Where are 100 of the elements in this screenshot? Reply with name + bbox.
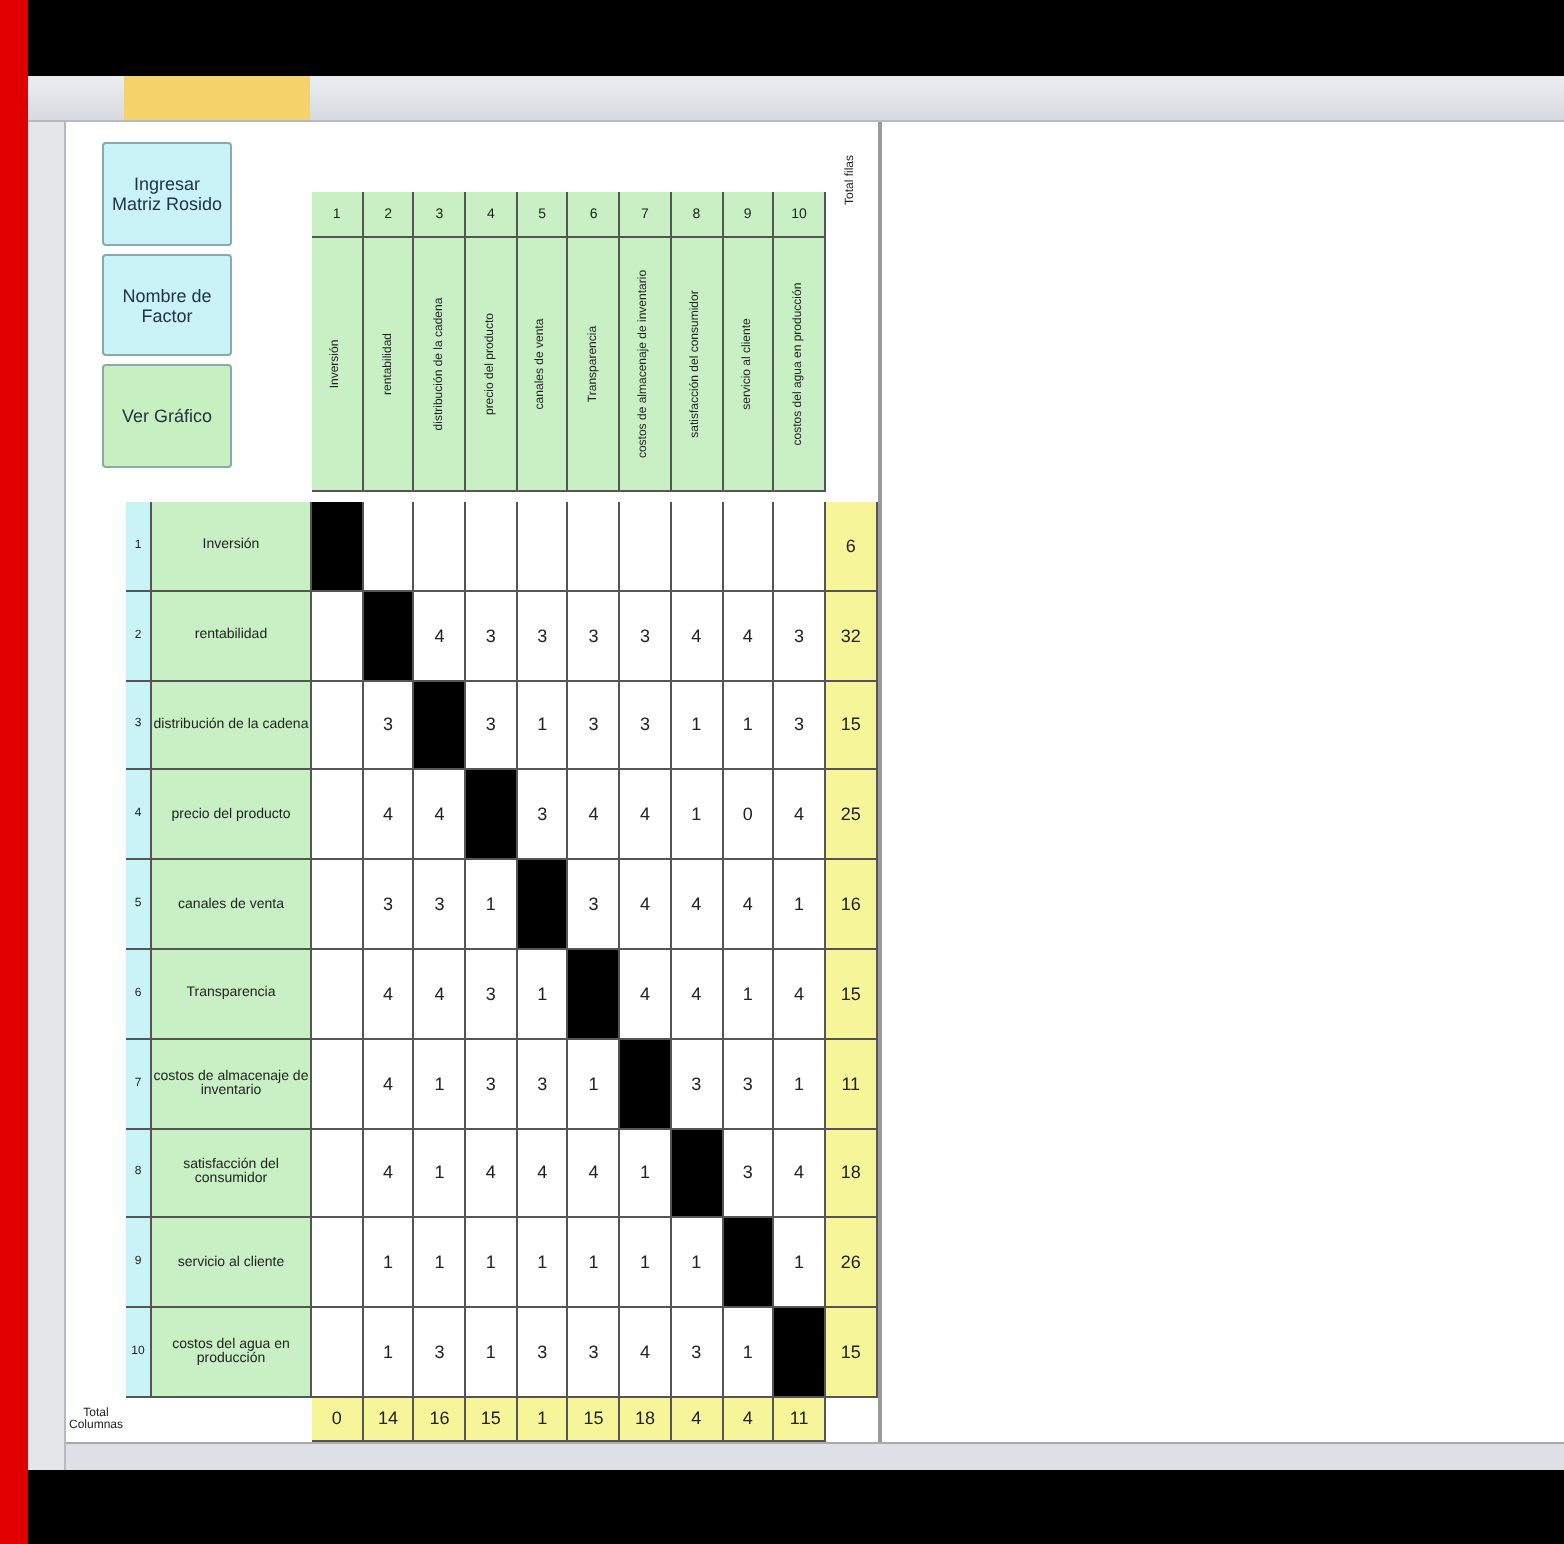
table-cell: 4: [620, 949, 672, 1040]
table-cell: 4: [620, 770, 672, 861]
column-total: 0: [312, 1397, 364, 1442]
diagonal-block: [620, 1039, 672, 1130]
column-total: 14: [363, 1397, 415, 1442]
table-cell: 3: [517, 591, 569, 682]
table-cell: 4: [363, 1039, 415, 1130]
table-cell: 1: [414, 1129, 467, 1219]
table-cell: 3: [466, 949, 518, 1040]
diagonal-block: [363, 591, 415, 682]
table-cell: 4: [466, 1129, 518, 1219]
table-cell: 4: [723, 860, 775, 950]
table-cell: 1: [414, 1039, 467, 1130]
table-cell: 4: [671, 591, 723, 682]
table-cell: 1: [723, 1308, 775, 1398]
table-cell: 4: [723, 591, 775, 682]
table-cell: 1: [774, 1218, 826, 1309]
table-cell: 1: [517, 681, 569, 771]
table-cell: 3: [671, 1308, 723, 1398]
table-cell: 4: [363, 770, 415, 861]
table-cell: 4: [620, 1308, 672, 1398]
diagonal-block: [414, 681, 467, 771]
diagonal-block: [568, 949, 621, 1040]
table-cell: 1: [671, 681, 723, 771]
table-cell: 4: [568, 1129, 621, 1219]
table-cell: 1: [620, 1129, 672, 1219]
table-cell: 1: [466, 1218, 518, 1309]
table-cell: 3: [723, 1039, 775, 1130]
macro-button[interactable]: Ver Gráfico: [102, 364, 232, 469]
table-cell: 1: [568, 1039, 621, 1130]
table-cell: 4: [620, 860, 672, 950]
table-cell: 3: [620, 591, 672, 682]
diagonal-block: [671, 1129, 723, 1219]
row-total: 15: [825, 949, 878, 1040]
diagonal-block: [774, 1308, 826, 1398]
table-cell: 3: [517, 770, 569, 861]
column-total: 11: [774, 1397, 826, 1442]
selected-column-heading[interactable]: [124, 76, 150, 120]
table-cell: 3: [466, 591, 518, 682]
diagonal-block: [723, 1218, 775, 1309]
table-cell: 3: [568, 1308, 621, 1398]
table-cell: 3: [774, 681, 826, 771]
diagonal-block: [517, 860, 569, 950]
row-total: 16: [825, 860, 878, 950]
table-cell: 4: [414, 770, 467, 861]
table-cell: 3: [671, 1039, 723, 1130]
row-total: 25: [825, 770, 878, 861]
table-cell: 1: [363, 1308, 415, 1398]
table-cell: 1: [466, 860, 518, 950]
row-total: 6: [825, 502, 878, 592]
table-cell: 1: [466, 1308, 518, 1398]
table-cell: 4: [363, 949, 415, 1040]
table-cell: 3: [620, 681, 672, 771]
row-total: 26: [825, 1218, 878, 1309]
table-cell: 3: [568, 860, 621, 950]
table-cell: 3: [774, 591, 826, 682]
row-total: 11: [825, 1039, 878, 1130]
column-total: 15: [568, 1397, 621, 1442]
table-cell: 1: [568, 1218, 621, 1309]
selected-column-heading[interactable]: [150, 76, 310, 120]
diagonal-block: [312, 502, 364, 592]
table-cell: 4: [774, 770, 826, 861]
table-cell: 3: [466, 1039, 518, 1130]
table-cell: 4: [568, 770, 621, 861]
column-total: 1: [517, 1397, 569, 1442]
diagonal-block: [466, 770, 518, 861]
table-cell: 3: [414, 1308, 467, 1398]
table-cell: 1: [517, 949, 569, 1040]
table-cell: 0: [723, 770, 775, 861]
table-cell: 4: [363, 1129, 415, 1219]
macro-button[interactable]: Ingresar Matriz Rosido: [102, 142, 232, 246]
table-cell: 4: [774, 1129, 826, 1219]
table-cell: 1: [671, 1218, 723, 1309]
column-total: 4: [671, 1397, 723, 1442]
row-total: 15: [825, 681, 878, 771]
macro-button[interactable]: Nombre de Factor: [102, 253, 232, 357]
table-cell: 3: [517, 1039, 569, 1130]
table-cell: 1: [620, 1218, 672, 1309]
table-cell: 1: [774, 1039, 826, 1130]
table-cell: 4: [414, 591, 467, 682]
table-cell: 1: [414, 1218, 467, 1309]
table-cell: 3: [517, 1308, 569, 1398]
column-total: 18: [620, 1397, 672, 1442]
table-cell: 3: [568, 591, 621, 682]
column-total: 16: [414, 1397, 467, 1442]
table-cell: 3: [723, 1129, 775, 1219]
table-cell: 3: [363, 860, 415, 950]
table-cell: 4: [774, 949, 826, 1040]
row-total: 18: [825, 1129, 878, 1219]
table-cell: 1: [723, 949, 775, 1040]
column-total: 4: [723, 1397, 775, 1442]
table-cell: 1: [723, 681, 775, 771]
table-cell: 1: [774, 860, 826, 950]
table-cell: 3: [568, 681, 621, 771]
row-total: 15: [825, 1308, 878, 1398]
table-cell: 3: [466, 681, 518, 771]
table-cell: 4: [414, 949, 467, 1040]
table-cell: 1: [517, 1218, 569, 1309]
table-cell: 4: [517, 1129, 569, 1219]
table-cell: 1: [363, 1218, 415, 1309]
